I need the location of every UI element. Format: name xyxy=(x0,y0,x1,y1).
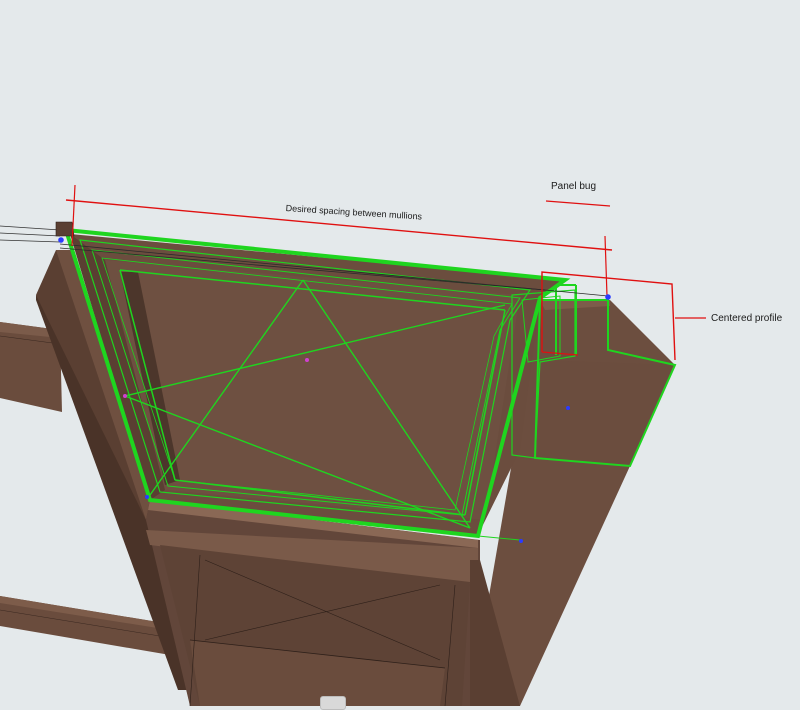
3d-viewport[interactable] xyxy=(0,0,800,706)
viewport-bottom-tab[interactable] xyxy=(320,696,346,710)
handle-left xyxy=(123,394,127,398)
corner-connector xyxy=(55,221,75,237)
handle-bottom-right xyxy=(519,539,523,543)
handle-right-profile xyxy=(566,406,570,410)
handle-top-right xyxy=(605,294,611,300)
handle-center xyxy=(305,358,309,362)
panel-bug-annotation-label: Panel bug xyxy=(551,181,597,192)
handle-bottom-left xyxy=(145,495,149,499)
handle-top-left xyxy=(58,237,64,243)
centered-profile-annotation-label: Centered profile xyxy=(711,313,783,324)
